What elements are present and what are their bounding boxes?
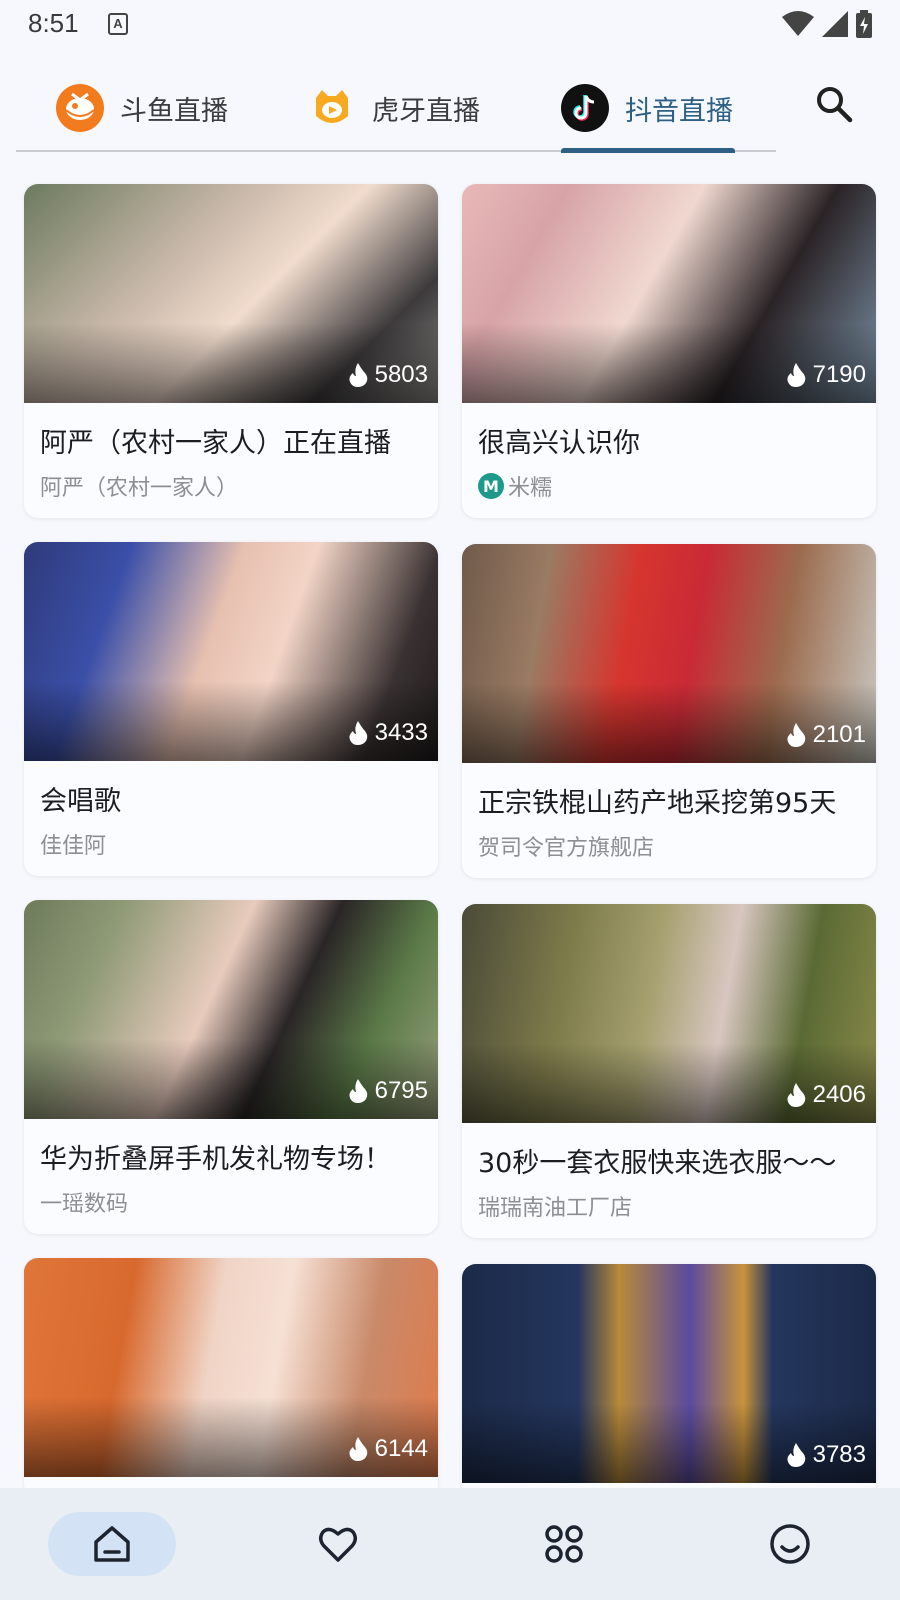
flame-icon	[349, 721, 367, 745]
nav-categories[interactable]	[500, 1512, 628, 1576]
stream-card[interactable]: 6795 华为折叠屏手机发礼物专场！ 一瑶数码	[24, 900, 438, 1234]
nav-favorites[interactable]	[274, 1512, 402, 1576]
wifi-icon	[782, 11, 814, 36]
tab-douyin[interactable]: 抖音直播	[561, 76, 733, 140]
streamer-name: 阿严（农村一家人）	[40, 470, 422, 502]
smiley-icon	[770, 1524, 810, 1564]
viewer-count-value: 7190	[812, 361, 866, 388]
stream-title: 会唱歌	[40, 786, 121, 817]
streamer-name-text: 瑞瑞南油工厂店	[478, 1196, 633, 1221]
search-button[interactable]	[810, 80, 858, 128]
viewer-count-value: 5803	[374, 361, 428, 388]
viewer-count: 2406	[785, 1081, 866, 1109]
viewer-count: 3783	[785, 1441, 866, 1469]
stream-thumbnail: 2406	[462, 904, 876, 1123]
stream-title: 30秒一套衣服快来选衣服～～	[478, 1148, 837, 1179]
viewer-count-value: 6795	[374, 1077, 428, 1104]
status-icons	[782, 10, 872, 38]
streamer-badge-icon: M	[478, 473, 504, 499]
streamer-name-text: 米糯	[508, 476, 553, 501]
viewer-count-value: 3433	[374, 719, 428, 746]
tab-douyu-label: 斗鱼直播	[120, 95, 228, 127]
stream-thumbnail: 7190	[462, 184, 876, 403]
douyu-logo-icon	[56, 84, 104, 132]
streamer-name: 一瑶数码	[40, 1186, 422, 1218]
viewer-count-value: 6144	[374, 1435, 428, 1462]
streamer-name: 瑞瑞南油工厂店	[478, 1190, 860, 1222]
viewer-count-value: 3783	[812, 1441, 866, 1468]
stream-card[interactable]: 2406 30秒一套衣服快来选衣服～～ 瑞瑞南油工厂店	[462, 904, 876, 1238]
streamer-name-text: 佳佳阿	[40, 834, 107, 859]
stream-title: 阿严（农村一家人）正在直播	[40, 428, 391, 459]
flame-icon	[349, 1437, 367, 1461]
stream-card[interactable]: 3783	[462, 1264, 876, 1504]
platform-tabs: 斗鱼直播 虎牙直播 抖音直播	[16, 70, 776, 153]
viewer-count: 3433	[347, 719, 428, 747]
nav-home[interactable]	[48, 1512, 176, 1576]
stream-thumbnail: 3783	[462, 1264, 876, 1483]
streamer-name-text: 阿严（农村一家人）	[40, 476, 239, 501]
viewer-count: 6795	[347, 1077, 428, 1105]
nav-profile[interactable]	[726, 1512, 854, 1576]
flame-icon	[349, 363, 367, 387]
active-tab-indicator	[561, 148, 735, 153]
stream-card[interactable]: 7190 很高兴认识你 M 米糯	[462, 184, 876, 518]
flame-icon	[349, 1079, 367, 1103]
stream-title: 很高兴认识你	[478, 428, 640, 459]
stream-thumbnail: 6144	[24, 1258, 438, 1477]
stream-title: 正宗铁棍山药产地采挖第95天	[478, 788, 837, 819]
search-icon	[817, 87, 853, 123]
streamer-name: 佳佳阿	[40, 828, 422, 860]
stream-title: 华为折叠屏手机发礼物专场！	[40, 1144, 391, 1175]
douyin-logo-icon	[561, 84, 609, 132]
streamer-name: M 米糯	[478, 470, 860, 502]
stream-card[interactable]: 2101 正宗铁棍山药产地采挖第95天 贺司令官方旗舰店	[462, 544, 876, 878]
stream-card[interactable]: 3433 会唱歌 佳佳阿	[24, 542, 438, 876]
notification-a-icon: A	[108, 13, 128, 35]
status-bar: 8:51 A	[0, 0, 900, 52]
home-icon	[94, 1526, 130, 1562]
signal-icon	[822, 11, 848, 37]
tab-douyin-label: 抖音直播	[625, 95, 733, 127]
streamer-name: 贺司令官方旗舰店	[478, 830, 860, 862]
flame-icon	[787, 723, 805, 747]
stream-card[interactable]: 6144	[24, 1258, 438, 1498]
viewer-count-value: 2406	[812, 1081, 866, 1108]
viewer-count-value: 2101	[812, 721, 866, 748]
categories-icon	[545, 1525, 583, 1563]
tab-huya-label: 虎牙直播	[372, 95, 480, 127]
viewer-count: 5803	[347, 361, 428, 389]
stream-thumbnail: 6795	[24, 900, 438, 1119]
battery-icon	[856, 10, 872, 38]
huya-logo-icon	[308, 84, 356, 132]
viewer-count: 7190	[785, 361, 866, 389]
tab-huya[interactable]: 虎牙直播	[308, 76, 480, 140]
viewer-count: 6144	[347, 1435, 428, 1463]
flame-icon	[787, 1083, 805, 1107]
stream-thumbnail: 5803	[24, 184, 438, 403]
stream-thumbnail: 3433	[24, 542, 438, 761]
bottom-navigation	[0, 1488, 900, 1600]
flame-icon	[787, 1443, 805, 1467]
status-time: 8:51	[28, 8, 79, 38]
viewer-count: 2101	[785, 721, 866, 749]
stream-card[interactable]: 5803 阿严（农村一家人）正在直播 阿严（农村一家人）	[24, 184, 438, 518]
tab-douyu[interactable]: 斗鱼直播	[56, 76, 228, 140]
streamer-name-text: 贺司令官方旗舰店	[478, 836, 655, 861]
stream-thumbnail: 2101	[462, 544, 876, 763]
streamer-name-text: 一瑶数码	[40, 1192, 129, 1217]
heart-icon	[319, 1527, 357, 1562]
flame-icon	[787, 363, 805, 387]
